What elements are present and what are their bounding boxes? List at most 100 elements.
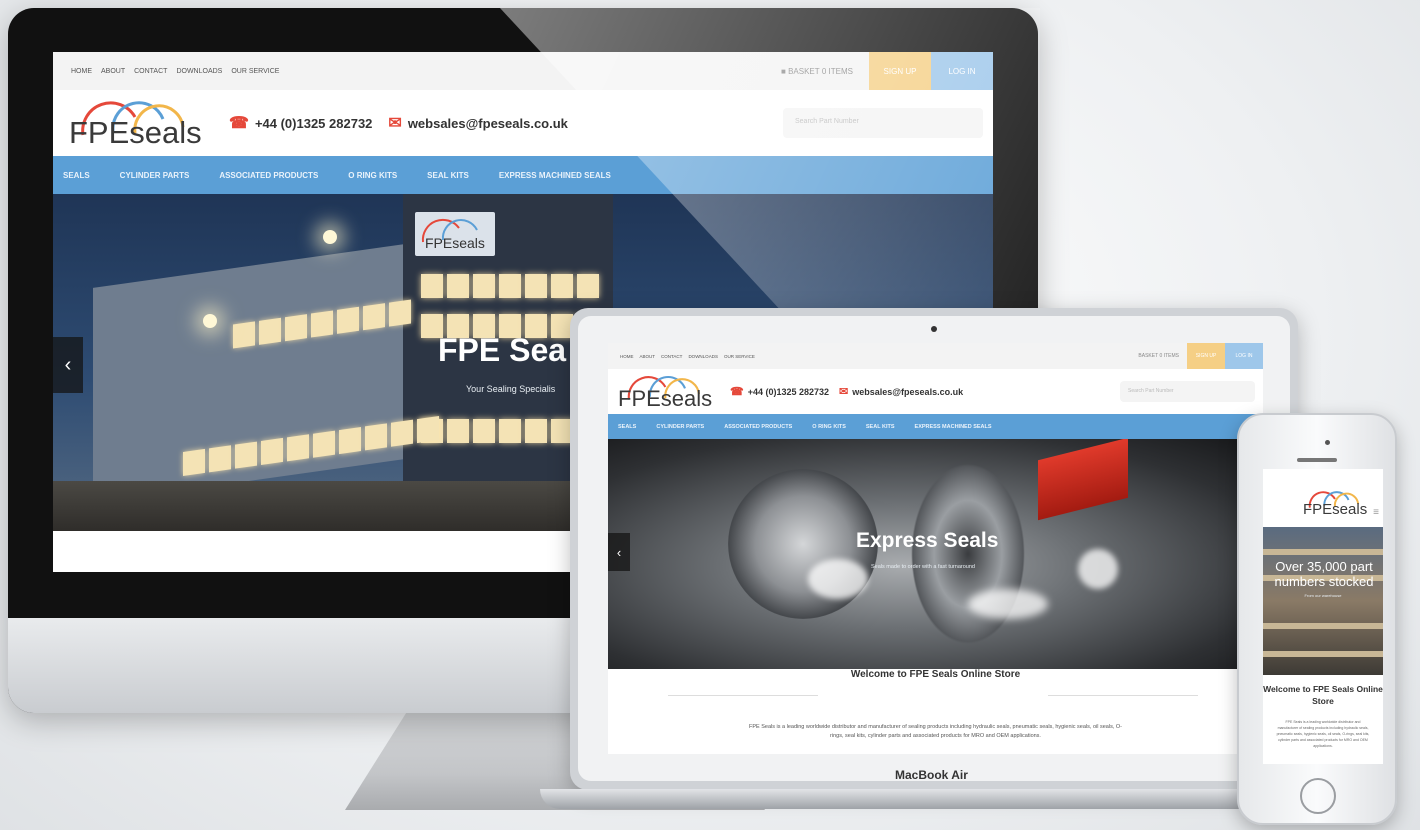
nav-o-ring-kits[interactable]: O RING KITS	[348, 171, 397, 180]
nav-o-ring-kits[interactable]: O RING KITS	[812, 424, 846, 430]
logo-text: FPEseals	[69, 115, 202, 150]
divider	[1048, 695, 1198, 696]
phone-speaker	[1297, 458, 1337, 462]
top-nav-about[interactable]: ABOUT	[101, 68, 125, 75]
main-nav: SEALS CYLINDER PARTS ASSOCIATED PRODUCTS…	[608, 414, 1263, 439]
basket-label: BASKET	[788, 66, 820, 76]
top-nav-home[interactable]: HOME	[71, 68, 92, 75]
welcome-body: FPE Seals is a leading worldwide distrib…	[1276, 720, 1370, 748]
laptop-model-label: MacBook Air	[895, 768, 968, 782]
nav-cylinder-parts[interactable]: CYLINDER PARTS	[656, 424, 704, 430]
street-lamp	[323, 230, 337, 244]
warehouse-shelf	[1263, 651, 1383, 657]
basket-icon: ■	[781, 66, 789, 76]
nav-cylinder-parts[interactable]: CYLINDER PARTS	[120, 171, 190, 180]
email-contact[interactable]: ✉ websales@fpeseals.co.uk	[388, 113, 568, 133]
logo-text: FPEseals	[1303, 501, 1368, 518]
phone-contact[interactable]: ☎ +44 (0)1325 282732	[730, 385, 829, 398]
coolant-spray	[968, 589, 1048, 619]
signup-button[interactable]: SIGN UP	[1187, 343, 1225, 369]
email-address: websales@fpeseals.co.uk	[852, 386, 964, 397]
login-button[interactable]: LOG IN	[1225, 343, 1263, 369]
top-nav: HOME ABOUT CONTACT DOWNLOADS OUR SERVICE	[620, 354, 761, 359]
top-bar: HOME ABOUT CONTACT DOWNLOADS OUR SERVICE…	[53, 52, 993, 90]
email-icon: ✉	[839, 386, 849, 398]
coolant-spray	[808, 559, 868, 599]
top-nav-contact[interactable]: CONTACT	[134, 68, 167, 75]
hero-title: Express Seals	[856, 529, 999, 552]
window-row	[421, 274, 599, 298]
phone-contact[interactable]: ☎ +44 (0)1325 282732	[229, 113, 372, 133]
building-sign-text: FPEseals	[425, 235, 485, 251]
laptop-base	[540, 789, 1330, 809]
phone-icon: ☎	[730, 386, 744, 398]
welcome-section: Welcome to FPE Seals Online Store	[608, 669, 1263, 680]
search-input[interactable]: Search Part Number	[1120, 381, 1255, 402]
nav-express-machined-seals[interactable]: EXPRESS MACHINED SEALS	[915, 424, 992, 430]
top-nav-our-service[interactable]: OUR SERVICE	[231, 68, 279, 75]
hero-slider: ‹ Express Seals Seals made to order with…	[608, 439, 1263, 669]
email-contact[interactable]: ✉ websales@fpeseals.co.uk	[839, 385, 963, 398]
machine-spindle	[908, 459, 1028, 649]
nav-associated-products[interactable]: ASSOCIATED PRODUCTS	[219, 171, 318, 180]
building-sign: FPEseals	[415, 212, 495, 256]
basket-link[interactable]: ■ BASKET 0 ITEMS	[781, 52, 869, 90]
account-area: ■ BASKET 0 ITEMS SIGN UP LOG IN	[781, 52, 993, 90]
site-header: FPEseals ☎ +44 (0)1325 282732 ✉ websales…	[53, 90, 993, 156]
hero-slider: Over 35,000 part numbers stocked From ou…	[1263, 527, 1383, 675]
nav-seals[interactable]: SEALS	[618, 424, 636, 430]
site-logo[interactable]: FPEseals	[614, 372, 718, 412]
top-nav-home[interactable]: HOME	[620, 354, 634, 359]
welcome-body: FPE Seals is a leading worldwide distrib…	[749, 724, 1122, 739]
nav-seals[interactable]: SEALS	[63, 171, 90, 180]
search-input[interactable]: Search Part Number	[783, 108, 983, 138]
top-nav-about[interactable]: ABOUT	[640, 354, 656, 359]
phone-number: +44 (0)1325 282732	[747, 386, 830, 397]
street-lamp	[203, 314, 217, 328]
nav-express-machined-seals[interactable]: EXPRESS MACHINED SEALS	[499, 171, 611, 180]
logo-text: FPEseals	[618, 385, 713, 411]
phone-screen: FPEseals ≡ Over 35,000 part numbers stoc…	[1263, 469, 1383, 764]
top-nav-our-service[interactable]: OUR SERVICE	[724, 354, 755, 359]
hero-subtitle: From our warehouse	[1304, 593, 1342, 598]
site-logo[interactable]: FPEseals	[63, 95, 213, 151]
top-nav-downloads[interactable]: DOWNLOADS	[176, 68, 222, 75]
signup-button[interactable]: SIGN UP	[869, 52, 931, 90]
phone-icon: ☎	[229, 115, 249, 132]
top-nav-downloads[interactable]: DOWNLOADS	[688, 354, 718, 359]
nav-associated-products[interactable]: ASSOCIATED PRODUCTS	[724, 424, 792, 430]
hero-prev-arrow[interactable]: ‹	[608, 533, 630, 571]
phone-number: +44 (0)1325 282732	[254, 115, 373, 131]
basket-count: 0 ITEMS	[1159, 353, 1179, 359]
hero-subtitle: Your Sealing Specialis	[466, 384, 556, 394]
email-address: websales@fpeseals.co.uk	[407, 115, 568, 131]
email-icon: ✉	[388, 115, 402, 132]
main-nav: SEALS CYLINDER PARTS ASSOCIATED PRODUCTS…	[53, 156, 993, 194]
hero-prev-arrow[interactable]: ‹	[53, 337, 83, 393]
mobile-header: FPEseals ≡	[1263, 469, 1383, 527]
hamburger-menu-icon[interactable]: ≡	[1373, 507, 1379, 518]
hero-title: FPE Sea	[438, 332, 567, 368]
basket-label: BASKET	[1138, 353, 1159, 359]
top-nav: HOME ABOUT CONTACT DOWNLOADS OUR SERVICE	[71, 68, 288, 75]
site-logo[interactable]: FPEseals	[1293, 489, 1367, 519]
divider	[668, 695, 818, 696]
login-button[interactable]: LOG IN	[931, 52, 993, 90]
coolant-spray	[1078, 549, 1118, 589]
nav-seal-kits[interactable]: SEAL KITS	[866, 424, 895, 430]
phone-camera	[1325, 440, 1330, 445]
basket-count: 0 ITEMS	[821, 66, 853, 76]
welcome-title: Welcome to FPE Seals Online Store	[1263, 684, 1383, 706]
top-nav-contact[interactable]: CONTACT	[661, 354, 682, 359]
basket-link[interactable]: BASKET 0 ITEMS	[1138, 343, 1187, 369]
welcome-title: Welcome to FPE Seals Online Store	[850, 669, 1021, 680]
top-bar: HOME ABOUT CONTACT DOWNLOADS OUR SERVICE…	[608, 343, 1263, 369]
phone-home-button[interactable]	[1300, 778, 1336, 814]
warehouse-shelf	[1263, 623, 1383, 629]
laptop-camera	[931, 326, 937, 332]
account-area: BASKET 0 ITEMS SIGN UP LOG IN	[1138, 343, 1263, 369]
nav-seal-kits[interactable]: SEAL KITS	[427, 171, 469, 180]
hero-subtitle: Seals made to order with a fast turnarou…	[871, 564, 975, 570]
laptop-screen: HOME ABOUT CONTACT DOWNLOADS OUR SERVICE…	[608, 343, 1263, 754]
hero-title: Over 35,000 part numbers stocked	[1274, 559, 1374, 589]
